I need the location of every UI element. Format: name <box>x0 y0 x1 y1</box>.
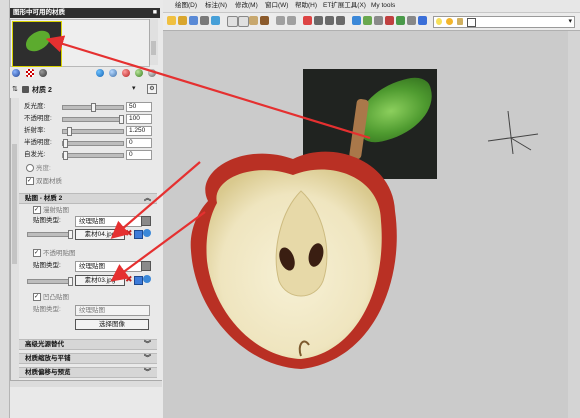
annotation-arrow <box>45 35 371 140</box>
annotation-arrow <box>110 211 206 282</box>
annotation-arrows <box>45 35 371 282</box>
